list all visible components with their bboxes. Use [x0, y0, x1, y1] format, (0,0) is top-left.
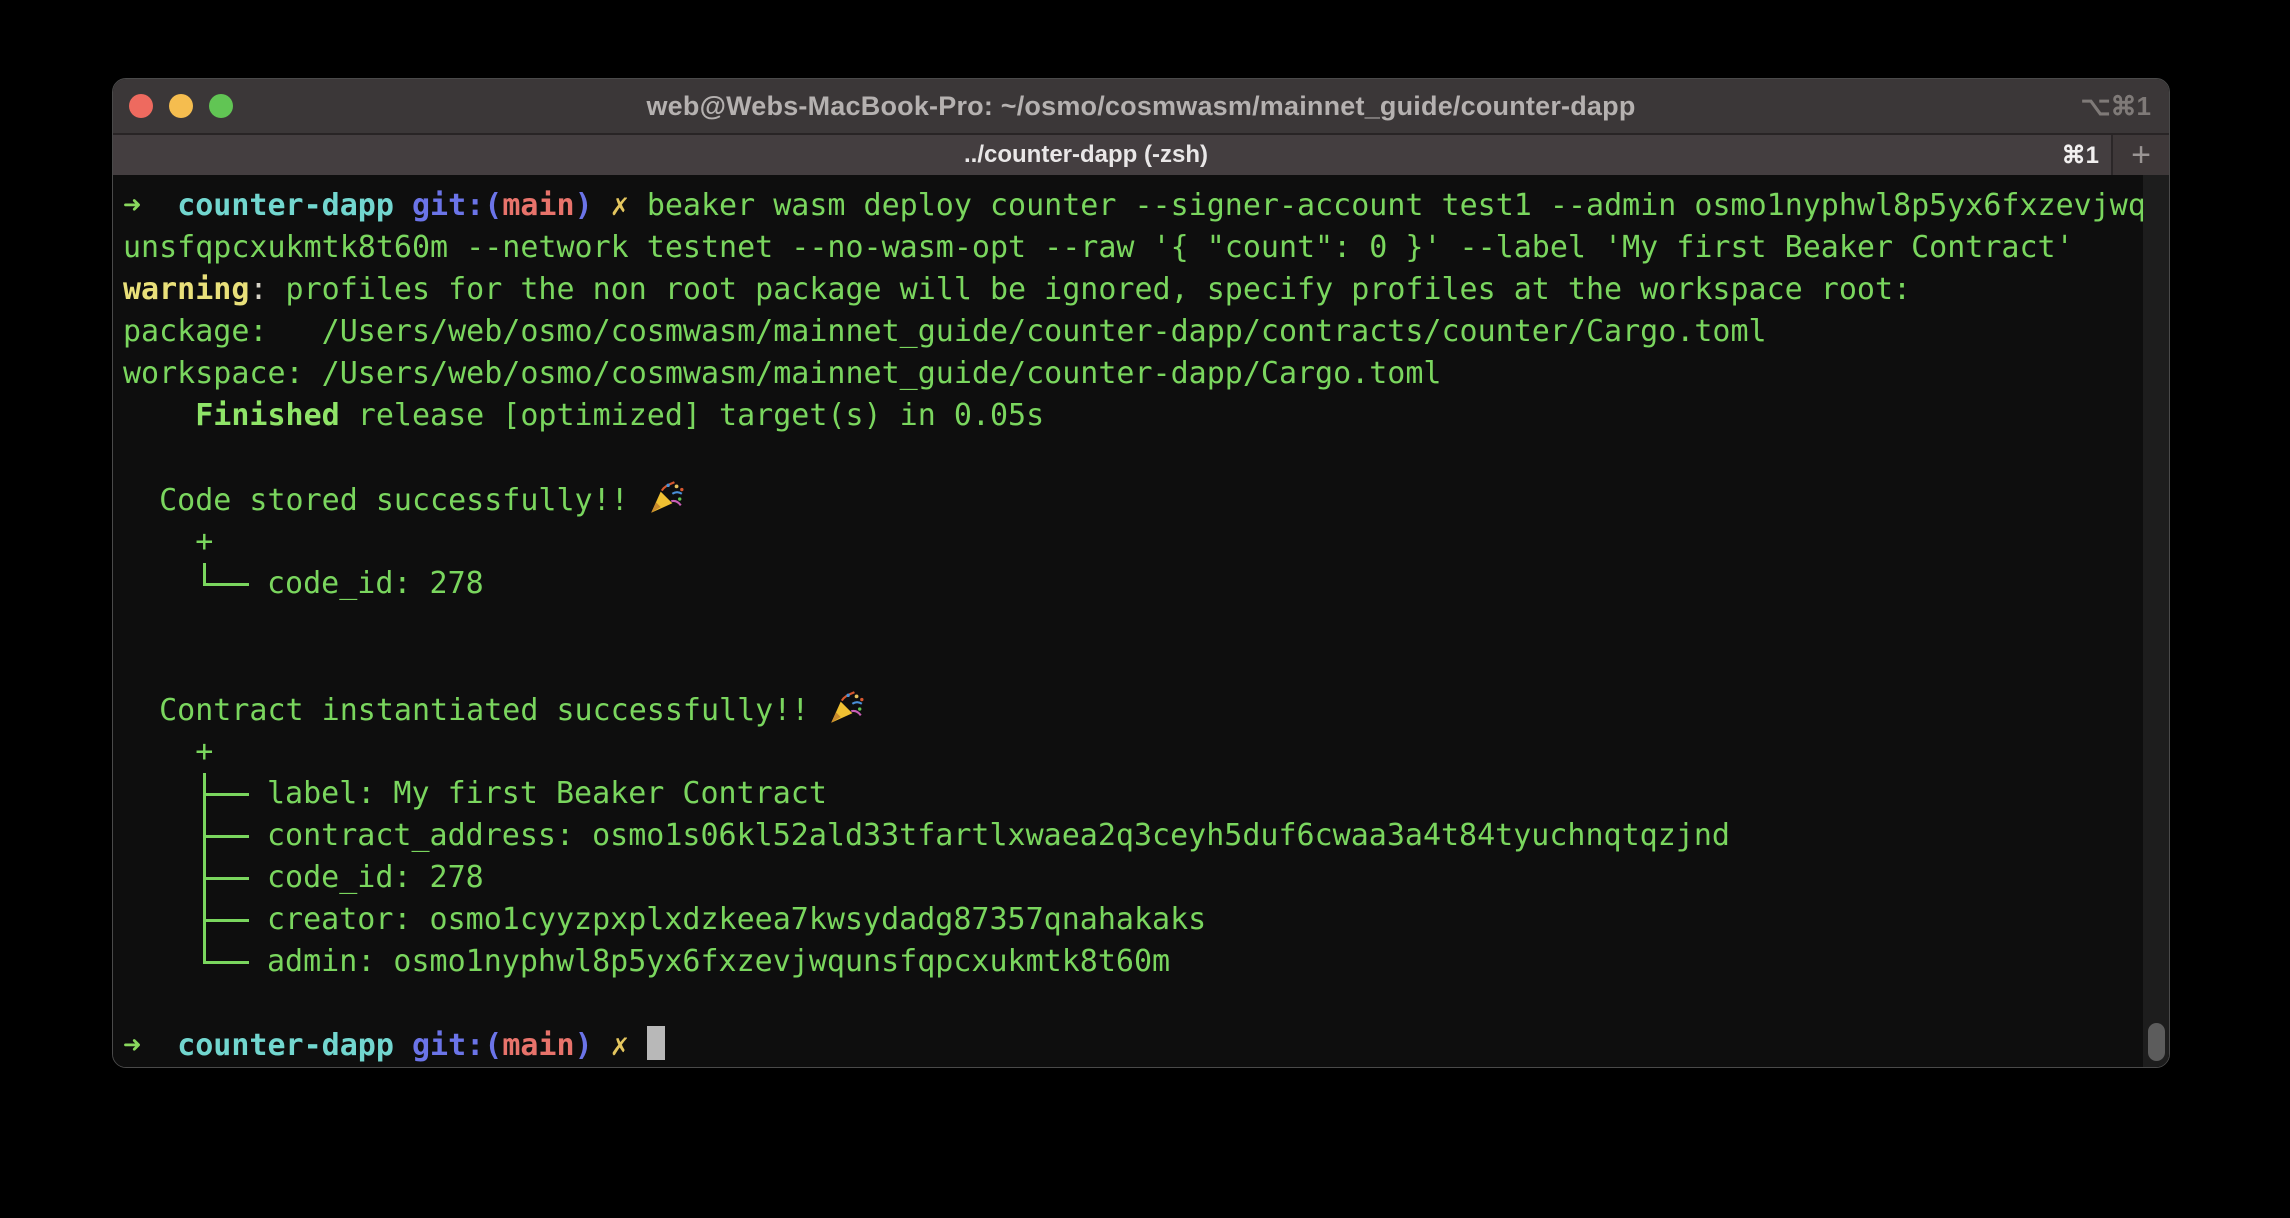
package-path: package: /Users/web/osmo/cosmwasm/mainne… [123, 314, 1767, 349]
creator-value: creator: osmo1cyyzpxplxdzkeea7kwsydadg87… [267, 902, 1206, 937]
terminal-line-plus: + [123, 521, 2169, 563]
terminal-content[interactable]: ➜ counter-dapp git:(main) ✗ beaker wasm … [113, 175, 2169, 1067]
terminal-line-prompt: ➜ counter-dapp git:(main) ✗ [123, 1025, 2169, 1067]
command-text-wrap: unsfqpcxukmtk8t60m --network testnet --n… [123, 230, 2074, 265]
tree-indent [123, 563, 195, 605]
contract-address-value: contract_address: osmo1s06kl52ald33tfart… [267, 818, 1730, 853]
tab-shortcut-hint: ⌘1 [2062, 141, 2099, 170]
terminal-line-warning: warning: profiles for the non root packa… [123, 269, 2169, 311]
prompt-git-branch: main [502, 1028, 574, 1063]
prompt-directory: counter-dapp [177, 188, 412, 223]
terminal-line-plus: + [123, 731, 2169, 773]
prompt-dirty-flag: ✗ [611, 1028, 647, 1063]
tree-tee-connector [195, 857, 267, 899]
party-popper-icon [647, 479, 685, 517]
warning-colon: : [249, 272, 267, 307]
tree-corner-connector [195, 941, 267, 983]
warning-text: profiles for the non root package will b… [268, 272, 1912, 307]
tree-tee-connector [195, 773, 267, 815]
warning-label: warning [123, 272, 249, 307]
tree-plus: + [123, 734, 213, 769]
terminal-line-command-wrap: unsfqpcxukmtk8t60m --network testnet --n… [123, 227, 2169, 269]
window-title: web@Webs-MacBook-Pro: ~/osmo/cosmwasm/ma… [113, 91, 2169, 122]
terminal-line-package: package: /Users/web/osmo/cosmwasm/mainne… [123, 311, 2169, 353]
command-text: beaker wasm deploy counter --signer-acco… [647, 188, 2146, 223]
terminal-line-finished: Finished release [optimized] target(s) i… [123, 395, 2169, 437]
contract-code-id-value: code_id: 278 [267, 860, 484, 895]
prompt-directory: counter-dapp [177, 1028, 412, 1063]
terminal-line-workspace: workspace: /Users/web/osmo/cosmwasm/main… [123, 353, 2169, 395]
tree-indent [123, 815, 195, 857]
terminal-line-code-id: code_id: 278 [123, 563, 2169, 605]
scrollbar-track[interactable] [2143, 175, 2169, 1067]
terminal-blank-line [123, 647, 2169, 689]
tree-indent [123, 941, 195, 983]
tab-bar: ../counter-dapp (-zsh) ⌘1 + [113, 133, 2169, 175]
workspace-path: workspace: /Users/web/osmo/cosmwasm/main… [123, 356, 1442, 391]
finished-label: Finished [123, 398, 340, 433]
finished-text: release [optimized] target(s) in 0.05s [340, 398, 1044, 433]
tab-counter-dapp[interactable]: ../counter-dapp (-zsh) [113, 135, 2059, 175]
terminal-line-label: label: My first Beaker Contract [123, 773, 2169, 815]
tree-indent [123, 773, 195, 815]
prompt-dirty-flag: ✗ [611, 188, 647, 223]
tree-indent [123, 857, 195, 899]
terminal-line-admin: admin: osmo1nyphwl8p5yx6fxzevjwqunsfqpcx… [123, 941, 2169, 983]
terminal-cursor [647, 1026, 665, 1060]
terminal-line-contract-instantiated: Contract instantiated successfully!! [123, 689, 2169, 731]
tree-tee-connector [195, 899, 267, 941]
terminal-line-creator: creator: osmo1cyyzpxplxdzkeea7kwsydadg87… [123, 899, 2169, 941]
tab-label: ../counter-dapp (-zsh) [964, 141, 1208, 169]
terminal-line-contract-code-id: code_id: 278 [123, 857, 2169, 899]
tree-plus: + [123, 524, 213, 559]
tree-corner-connector [195, 563, 267, 605]
prompt-git-suffix: ) [575, 188, 611, 223]
terminal-window: web@Webs-MacBook-Pro: ~/osmo/cosmwasm/ma… [112, 78, 2170, 1068]
terminal-blank-line [123, 605, 2169, 647]
prompt-arrow: ➜ [123, 188, 177, 223]
contract-label-value: label: My first Beaker Contract [267, 776, 827, 811]
tree-tee-connector [195, 815, 267, 857]
tree-indent [123, 899, 195, 941]
window-titlebar[interactable]: web@Webs-MacBook-Pro: ~/osmo/cosmwasm/ma… [113, 79, 2169, 133]
code-stored-heading: Code stored successfully!! [123, 483, 647, 518]
terminal-line-contract-address: contract_address: osmo1s06kl52ald33tfart… [123, 815, 2169, 857]
contract-heading: Contract instantiated successfully!! [123, 693, 827, 728]
prompt-git-prefix: git:( [412, 1028, 502, 1063]
admin-value: admin: osmo1nyphwl8p5yx6fxzevjwqunsfqpcx… [267, 944, 1170, 979]
prompt-git-branch: main [502, 188, 574, 223]
code-id-value: code_id: 278 [267, 566, 484, 601]
party-popper-icon [827, 689, 865, 727]
terminal-line-code-stored: Code stored successfully!! [123, 479, 2169, 521]
terminal-blank-line [123, 983, 2169, 1025]
prompt-git-suffix: ) [575, 1028, 611, 1063]
window-shortcut-hint: ⌥⌘1 [2081, 91, 2151, 122]
prompt-arrow: ➜ [123, 1028, 177, 1063]
terminal-blank-line [123, 437, 2169, 479]
terminal-line-command: ➜ counter-dapp git:(main) ✗ beaker wasm … [123, 185, 2169, 227]
prompt-git-prefix: git:( [412, 188, 502, 223]
scrollbar-thumb[interactable] [2148, 1023, 2165, 1061]
new-tab-button[interactable]: + [2113, 135, 2169, 175]
